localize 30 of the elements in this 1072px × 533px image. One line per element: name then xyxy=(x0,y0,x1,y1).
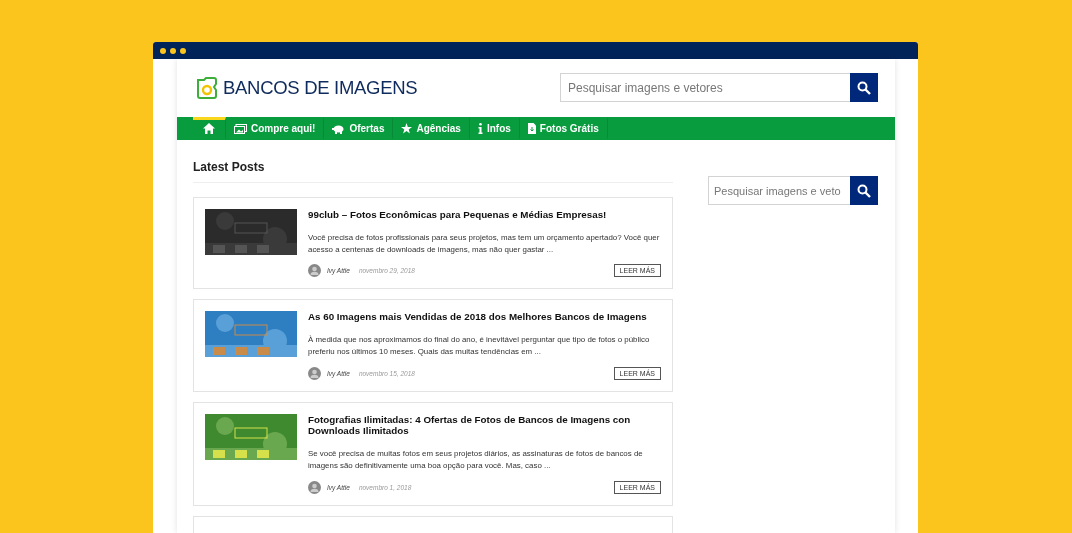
search-icon xyxy=(857,183,871,198)
nav-link[interactable]: Ofertas xyxy=(324,117,394,140)
site-logo[interactable]: BANCOS DE IMAGENS xyxy=(223,76,418,99)
window-dot xyxy=(180,47,186,54)
piggy-bank-icon xyxy=(332,123,346,134)
search-field[interactable]: Pesquisar imagens e veto xyxy=(708,176,850,205)
photos-icon xyxy=(234,123,247,134)
star-icon xyxy=(401,123,413,134)
avatar-icon xyxy=(308,366,321,380)
search-button[interactable] xyxy=(850,176,878,205)
search-icon xyxy=(857,80,871,95)
info-icon xyxy=(477,123,483,134)
window-dot xyxy=(160,47,166,54)
avatar-icon xyxy=(308,480,321,494)
post-title[interactable]: Fotografias Ilimitadas: 4 Ofertas de Fotos de Bancos de Imagens con Downloads Ilimitados xyxy=(308,413,661,437)
file-icon xyxy=(527,123,536,134)
post-title[interactable]: 99club – Fotos Econômicas para Pequenas e Médias Empresas! xyxy=(308,209,661,221)
window-dot xyxy=(170,47,176,54)
section-title: Latest Posts xyxy=(193,160,673,183)
nav-link[interactable]: Compre aqui! xyxy=(226,117,325,140)
nav-link[interactable]: Fotos Grátis xyxy=(519,117,608,140)
post-title[interactable]: As 60 Imagens mais Vendidas de 2018 dos Melhores Bancos de Imagens xyxy=(308,311,661,323)
home-icon xyxy=(203,123,215,134)
search-field[interactable]: Pesquisar imagens e vetores xyxy=(560,73,850,102)
avatar-icon xyxy=(308,264,321,278)
home-link[interactable] xyxy=(193,117,226,140)
nav-link[interactable]: Agências xyxy=(393,117,470,140)
logo-icon xyxy=(196,75,218,100)
nav-link[interactable]: Infos xyxy=(469,117,520,140)
search-button[interactable] xyxy=(850,73,878,102)
